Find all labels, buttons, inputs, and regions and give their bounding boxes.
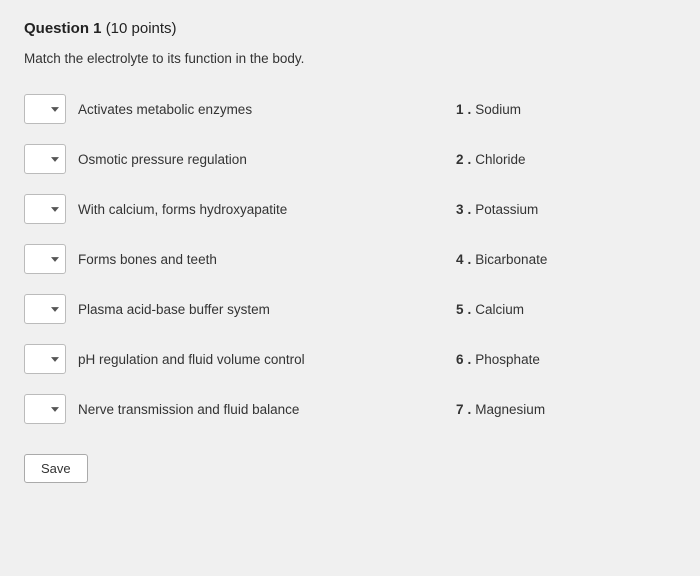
match-row: 1 2 3 4 5 6 7 Plasma acid-base buffer sy… — [24, 284, 676, 334]
match-row: 1 2 3 4 5 6 7 Forms bones and teeth 4. B… — [24, 234, 676, 284]
question-title: Question 1 (10 points) — [24, 20, 676, 37]
match-row: 1 2 3 4 5 6 7 Nerve transmission and flu… — [24, 384, 676, 434]
match-row: 1 2 3 4 5 6 7 With calcium, forms hydrox… — [24, 184, 676, 234]
match-left-2: 1 2 3 4 5 6 7 Osmotic pressure regulatio… — [24, 144, 456, 174]
match-row: 1 2 3 4 5 6 7 Activates metabolic enzyme… — [24, 84, 676, 134]
answer-number-2: 2 — [456, 152, 464, 167]
match-right-2: 2. Chloride — [456, 152, 676, 167]
dropdown-7[interactable]: 1 2 3 4 5 6 7 — [24, 394, 66, 424]
match-left-5: 1 2 3 4 5 6 7 Plasma acid-base buffer sy… — [24, 294, 456, 324]
answer-label-1: Sodium — [475, 102, 521, 117]
dropdown-1[interactable]: 1 2 3 4 5 6 7 — [24, 94, 66, 124]
question-header: Question 1 (10 points) — [24, 20, 676, 37]
match-right-3: 3. Potassium — [456, 202, 676, 217]
match-left-4: 1 2 3 4 5 6 7 Forms bones and teeth — [24, 244, 456, 274]
dropdown-3[interactable]: 1 2 3 4 5 6 7 — [24, 194, 66, 224]
prompt-1: Activates metabolic enzymes — [78, 102, 252, 117]
answer-number-3: 3 — [456, 202, 464, 217]
dropdown-6[interactable]: 1 2 3 4 5 6 7 — [24, 344, 66, 374]
prompt-5: Plasma acid-base buffer system — [78, 302, 270, 317]
save-button[interactable]: Save — [24, 454, 88, 483]
prompt-7: Nerve transmission and fluid balance — [78, 402, 299, 417]
answer-label-3: Potassium — [475, 202, 538, 217]
prompt-2: Osmotic pressure regulation — [78, 152, 247, 167]
question-instructions: Match the electrolyte to its function in… — [24, 51, 676, 66]
match-right-7: 7. Magnesium — [456, 402, 676, 417]
answer-number-7: 7 — [456, 402, 464, 417]
match-right-5: 5. Calcium — [456, 302, 676, 317]
answer-label-6: Phosphate — [475, 352, 540, 367]
match-left-7: 1 2 3 4 5 6 7 Nerve transmission and flu… — [24, 394, 456, 424]
match-left-1: 1 2 3 4 5 6 7 Activates metabolic enzyme… — [24, 94, 456, 124]
matching-grid: 1 2 3 4 5 6 7 Activates metabolic enzyme… — [24, 84, 676, 434]
answer-label-4: Bicarbonate — [475, 252, 547, 267]
answer-number-6: 6 — [456, 352, 464, 367]
page-container: Question 1 (10 points) Match the electro… — [0, 0, 700, 503]
match-right-1: 1. Sodium — [456, 102, 676, 117]
prompt-4: Forms bones and teeth — [78, 252, 217, 267]
match-left-3: 1 2 3 4 5 6 7 With calcium, forms hydrox… — [24, 194, 456, 224]
dropdown-2[interactable]: 1 2 3 4 5 6 7 — [24, 144, 66, 174]
answer-number-5: 5 — [456, 302, 464, 317]
prompt-3: With calcium, forms hydroxyapatite — [78, 202, 287, 217]
match-row: 1 2 3 4 5 6 7 pH regulation and fluid vo… — [24, 334, 676, 384]
answer-label-7: Magnesium — [475, 402, 545, 417]
answer-label-5: Calcium — [475, 302, 524, 317]
match-row: 1 2 3 4 5 6 7 Osmotic pressure regulatio… — [24, 134, 676, 184]
match-right-6: 6. Phosphate — [456, 352, 676, 367]
match-right-4: 4. Bicarbonate — [456, 252, 676, 267]
answer-number-1: 1 — [456, 102, 464, 117]
match-left-6: 1 2 3 4 5 6 7 pH regulation and fluid vo… — [24, 344, 456, 374]
dropdown-5[interactable]: 1 2 3 4 5 6 7 — [24, 294, 66, 324]
prompt-6: pH regulation and fluid volume control — [78, 352, 305, 367]
answer-number-4: 4 — [456, 252, 464, 267]
dropdown-4[interactable]: 1 2 3 4 5 6 7 — [24, 244, 66, 274]
answer-label-2: Chloride — [475, 152, 525, 167]
